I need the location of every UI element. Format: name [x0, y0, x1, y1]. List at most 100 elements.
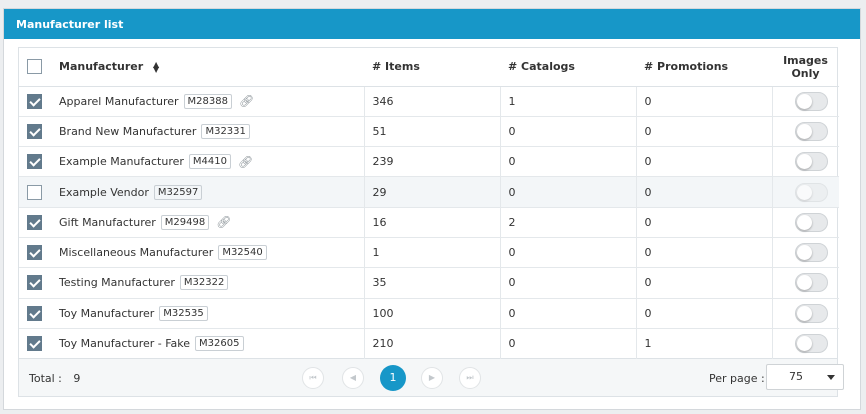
- images-only-toggle[interactable]: [794, 243, 828, 263]
- row-checkbox[interactable]: [27, 154, 42, 170]
- link-icon[interactable]: 🔗︎: [216, 215, 231, 229]
- last-page-icon[interactable]: ⏭: [459, 367, 481, 389]
- catalogs-cell: 0: [499, 237, 636, 269]
- items-cell: 35: [363, 267, 500, 299]
- catalogs-cell: 0: [499, 116, 636, 148]
- promotions-cell: 0: [635, 207, 772, 238]
- link-icon[interactable]: 🔗︎: [239, 94, 254, 108]
- promotions-cell: 0: [635, 86, 772, 117]
- row-select-cell: [19, 328, 51, 358]
- row-select-cell: [19, 267, 51, 299]
- images-only-toggle[interactable]: [794, 91, 828, 111]
- manufacturer-code: M4410: [188, 154, 231, 170]
- items-cell: 51: [363, 116, 500, 148]
- manufacturer-name: Example Vendor: [59, 185, 149, 199]
- table-header-row: Manufacturer ▲ ▼ # Items # Catalogs # Pro…: [19, 48, 839, 87]
- manufacturer-cell: Gift Manufacturer M29498 🔗︎: [51, 207, 364, 238]
- manufacturer-cell: Example Vendor M32597: [51, 176, 364, 208]
- table-row: Brand New Manufacturer M32331 51 0 0: [19, 116, 839, 148]
- row-select-cell: [19, 86, 51, 117]
- first-page-icon[interactable]: ⏮: [302, 367, 324, 389]
- items-cell: 210: [363, 328, 500, 359]
- catalogs-cell: 0: [499, 146, 636, 178]
- images-only-toggle[interactable]: [794, 212, 828, 232]
- manufacturer-code: M32331: [201, 123, 250, 139]
- next-page-icon[interactable]: ▶: [421, 367, 443, 389]
- current-page-button[interactable]: 1: [380, 365, 406, 391]
- catalogs-cell: 0: [499, 298, 636, 329]
- row-checkbox[interactable]: [27, 214, 42, 230]
- items-cell: 100: [363, 298, 500, 329]
- column-manufacturer[interactable]: Manufacturer ▲ ▼: [51, 48, 364, 87]
- manufacturer-name: Testing Manufacturer: [59, 276, 175, 290]
- images-only-cell: [771, 237, 839, 269]
- row-checkbox[interactable]: [27, 245, 42, 261]
- manufacturer-cell: Apparel Manufacturer M28388 🔗︎: [51, 86, 364, 117]
- total-value: 9: [73, 372, 81, 385]
- manufacturer-table-container: Manufacturer ▲ ▼ # Items # Catalogs # Pro…: [18, 47, 839, 359]
- manufacturer-code: M28388: [183, 93, 232, 109]
- promotions-cell: 1: [635, 328, 772, 359]
- per-page-select[interactable]: 75: [766, 364, 844, 390]
- row-select-cell: [19, 176, 51, 208]
- manufacturer-code: M32535: [159, 305, 208, 321]
- images-only-toggle[interactable]: [794, 182, 828, 202]
- promotions-cell: 0: [635, 146, 772, 178]
- row-checkbox[interactable]: [27, 275, 42, 291]
- manufacturer-cell: Example Manufacturer M4410 🔗︎: [51, 146, 364, 178]
- manufacturer-cell: Toy Manufacturer - Fake M32605: [51, 328, 364, 358]
- sort-icon[interactable]: ▲ ▼: [153, 61, 159, 74]
- manufacturer-name: Brand New Manufacturer: [59, 124, 197, 138]
- row-checkbox[interactable]: [27, 123, 42, 139]
- images-only-cell: [771, 298, 839, 329]
- row-checkbox[interactable]: [27, 93, 42, 109]
- catalogs-cell: 0: [499, 328, 636, 359]
- row-select-cell: [19, 298, 51, 329]
- column-manufacturer-label: Manufacturer: [59, 60, 144, 74]
- catalogs-cell: 0: [499, 176, 636, 208]
- column-promotions: # Promotions: [636, 48, 772, 87]
- table-row: Miscellaneous Manufacturer M32540 1 0 0: [19, 237, 839, 269]
- items-cell: 239: [363, 146, 500, 178]
- manufacturer-cell: Brand New Manufacturer M32331: [51, 116, 364, 148]
- manufacturer-code: M29498: [160, 214, 210, 230]
- select-all-checkbox[interactable]: [27, 59, 42, 75]
- column-catalogs: # Catalogs: [500, 48, 636, 87]
- panel-title: Manufacturer list: [4, 9, 860, 39]
- images-only-cell: [771, 328, 839, 359]
- row-checkbox[interactable]: [27, 336, 42, 352]
- images-only-cell: [771, 146, 839, 178]
- items-cell: 346: [363, 86, 500, 117]
- table-footer: Total : 9 ⏮ ◀ 1 ▶ ⏭ Per page : 75: [18, 359, 844, 397]
- catalogs-cell: 0: [499, 267, 636, 299]
- per-page-value: 75: [789, 370, 803, 383]
- images-only-toggle[interactable]: [794, 303, 828, 323]
- row-checkbox[interactable]: [27, 184, 42, 200]
- images-only-cell: [771, 267, 839, 299]
- images-only-toggle[interactable]: [794, 152, 828, 172]
- link-icon[interactable]: 🔗︎: [238, 155, 253, 169]
- images-only-toggle[interactable]: [794, 273, 828, 293]
- manufacturer-cell: Testing Manufacturer M32322: [51, 267, 364, 299]
- column-items: # Items: [364, 48, 500, 87]
- manufacturer-code: M32540: [218, 245, 267, 261]
- promotions-cell: 0: [635, 116, 772, 148]
- row-checkbox[interactable]: [27, 305, 42, 321]
- table-row: Gift Manufacturer M29498 🔗︎ 16 2 0: [19, 207, 839, 238]
- manufacturer-name: Miscellaneous Manufacturer: [59, 246, 214, 260]
- images-only-toggle[interactable]: [794, 121, 828, 141]
- row-select-cell: [19, 237, 51, 269]
- manufacturer-code: M32597: [153, 184, 203, 200]
- row-select-cell: [19, 207, 51, 238]
- manufacturer-table: Manufacturer ▲ ▼ # Items # Catalogs # Pro…: [19, 48, 839, 359]
- table-row: Toy Manufacturer M32535 100 0 0: [19, 298, 839, 329]
- manufacturer-name: Example Manufacturer: [59, 155, 184, 169]
- prev-page-icon[interactable]: ◀: [342, 367, 364, 389]
- images-only-toggle[interactable]: [794, 334, 828, 354]
- items-cell: 29: [363, 176, 500, 208]
- manufacturer-name: Apparel Manufacturer: [59, 94, 179, 108]
- select-all-cell: [19, 48, 51, 87]
- images-only-cell: [771, 207, 839, 238]
- promotions-cell: 0: [635, 298, 772, 329]
- catalogs-cell: 2: [499, 207, 636, 238]
